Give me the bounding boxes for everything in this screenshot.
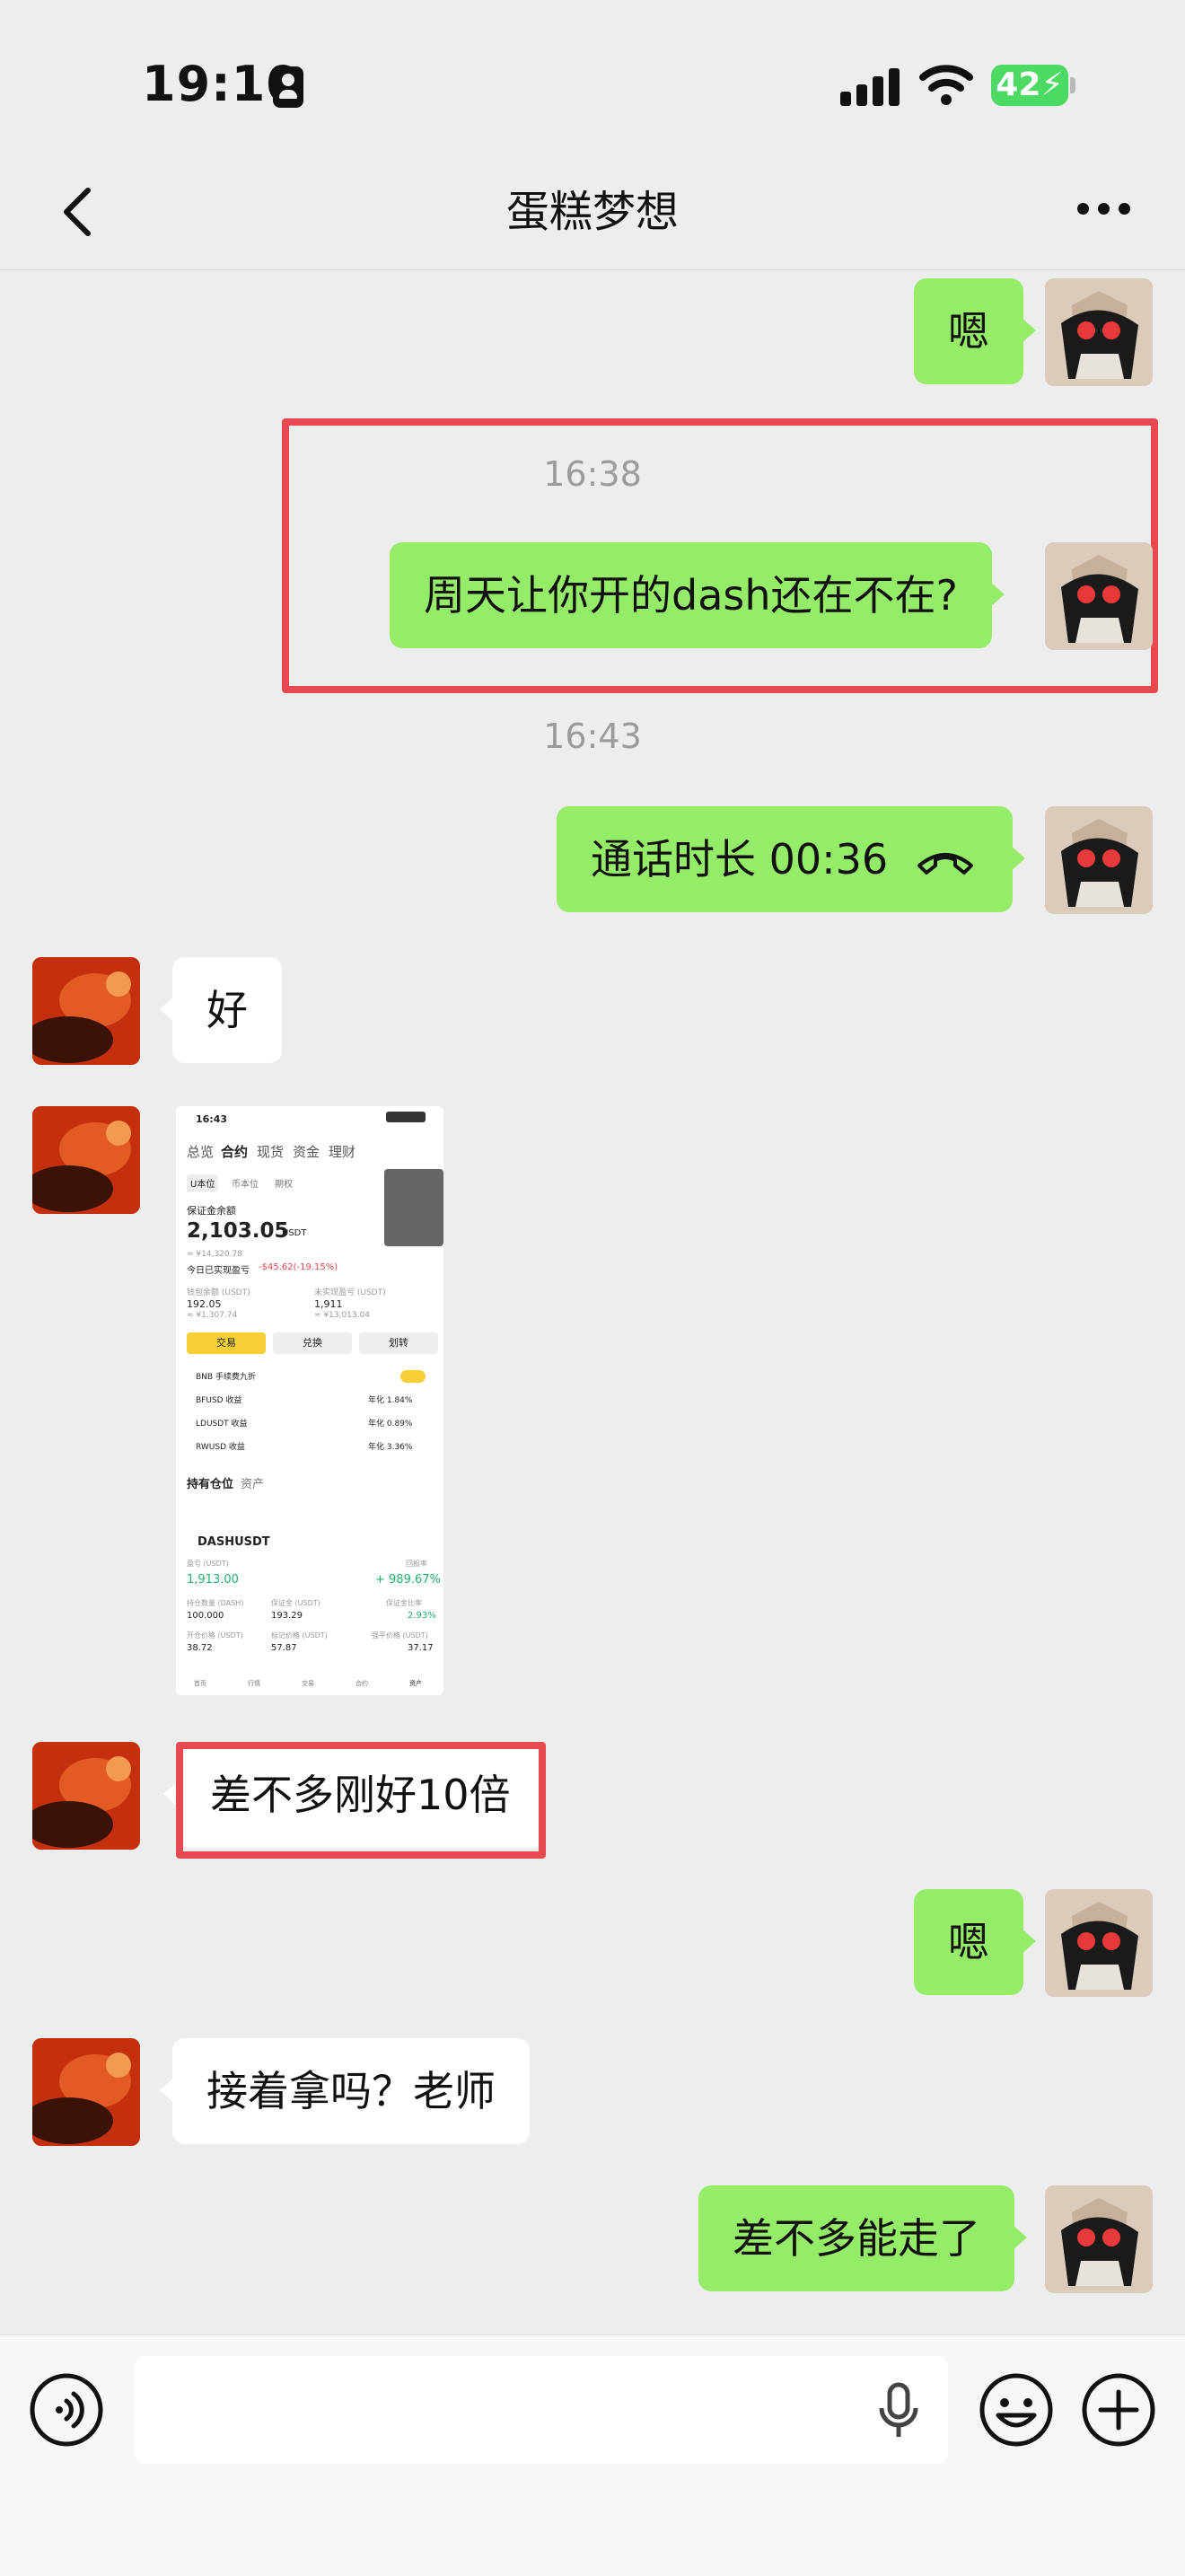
shot-pos-label: 持仓数量 (DASH) xyxy=(187,1599,244,1607)
mic-icon[interactable] xyxy=(876,2379,921,2442)
plus-icon[interactable] xyxy=(1081,2372,1156,2448)
shot-liq-label: 强平价格 (USDT) xyxy=(372,1631,428,1640)
chat-title: 蛋糕梦想 xyxy=(505,187,679,237)
shot-symbol: DASHUSDT xyxy=(198,1535,270,1549)
timestamp: 16:38 xyxy=(543,454,642,494)
voice-icon[interactable] xyxy=(29,2372,104,2448)
shot-tab: 总览 xyxy=(187,1144,215,1160)
image-message[interactable]: 16:43 总览 合约 现货 资金 理财 U本位 币本位 期权 保证金余额 2,… xyxy=(176,1106,443,1695)
contact-avatar[interactable] xyxy=(32,1742,140,1850)
shot-row: RWUSD 收益 xyxy=(196,1443,245,1452)
shot-mark-label: 标记价格 (USDT) xyxy=(271,1631,328,1640)
my-avatar[interactable] xyxy=(1045,278,1153,386)
shot-nav-item: 资产 xyxy=(409,1680,422,1687)
emoji-icon[interactable] xyxy=(979,2372,1054,2448)
shot-unrealized-value: 1,911 xyxy=(314,1298,343,1310)
shot-wallet-cny: ≈ ¥1,307.74 xyxy=(187,1311,238,1320)
shot-open-label: 开仓价格 (USDT) xyxy=(187,1631,243,1640)
shot-row-value: 年化 1.84% xyxy=(368,1396,413,1405)
shot-overlay xyxy=(384,1169,443,1246)
shot-tab: 理财 xyxy=(329,1144,356,1160)
shot-pos-value: 100.000 xyxy=(187,1611,224,1621)
shot-open-value: 38.72 xyxy=(187,1643,213,1653)
shot-today-pnl: -$45.62(-19.15%) xyxy=(259,1262,338,1272)
shot-today-label: 今日已实现盈亏 xyxy=(187,1266,250,1276)
shot-ratio-label: 保证金比率 xyxy=(386,1599,422,1607)
shot-button-trade: 交易 xyxy=(187,1332,266,1354)
shot-subtab: 币本位 xyxy=(232,1180,259,1190)
shot-tab: 现货 xyxy=(257,1144,285,1160)
shot-roi-value: + 989.67% xyxy=(375,1573,441,1587)
shot-balance-label: 保证金余额 xyxy=(187,1205,236,1217)
battery-cap xyxy=(1070,77,1075,93)
shot-mark-value: 57.87 xyxy=(271,1643,297,1653)
shot-time: 16:43 xyxy=(196,1113,228,1125)
battery-indicator: 42⚡ xyxy=(991,65,1068,106)
message-bubble[interactable]: 接着拿吗？老师 xyxy=(160,2038,530,2144)
shot-row-value: 年化 0.89% xyxy=(368,1420,413,1429)
shot-balance-cny: ≈ ¥14,320.78 xyxy=(187,1250,242,1259)
shot-unrealized-label: 未实现盈亏 (USDT) xyxy=(314,1288,386,1297)
more-icon[interactable] xyxy=(1077,203,1131,217)
shot-nav-item: 行情 xyxy=(248,1680,260,1687)
shot-liq-value: 37.17 xyxy=(408,1643,434,1653)
message-bubble[interactable]: 嗯 xyxy=(914,278,1036,384)
contact-avatar[interactable] xyxy=(32,1106,140,1214)
call-duration-text: 通话时长 00:36 xyxy=(591,835,889,884)
contact-avatar[interactable] xyxy=(32,957,140,1065)
shot-tab: 资金 xyxy=(293,1144,320,1160)
hangup-icon xyxy=(917,853,973,875)
shot-nav-item: 首页 xyxy=(194,1680,206,1687)
my-avatar[interactable] xyxy=(1045,806,1153,914)
signal-icon xyxy=(840,68,900,106)
shot-balance: 2,103.05 xyxy=(187,1219,289,1243)
call-record-bubble[interactable]: 通话时长 00:36 xyxy=(557,806,1025,912)
shot-nav-item: 合约 xyxy=(356,1680,368,1687)
message-bubble[interactable]: 周天让你开的dash还在不在? xyxy=(390,542,1005,648)
message-bubble[interactable]: 嗯 xyxy=(914,1889,1036,1995)
focus-person-icon xyxy=(273,66,303,108)
shot-margin-label: 保证金 (USDT) xyxy=(271,1599,320,1607)
shot-roi-label: 回报率 xyxy=(406,1560,427,1568)
shot-unrealized-cny: ≈ ¥13,013.04 xyxy=(314,1311,370,1320)
shot-margin-value: 193.29 xyxy=(271,1611,303,1621)
shot-toggle xyxy=(400,1370,426,1383)
shot-row: LDUSDT 收益 xyxy=(196,1420,248,1429)
wifi-icon xyxy=(919,65,973,105)
shot-pnl-label: 盈亏 (USDT) xyxy=(187,1560,229,1568)
shot-button-convert: 兑换 xyxy=(273,1332,352,1354)
contact-avatar[interactable] xyxy=(32,2038,140,2146)
shot-nav-item: 交易 xyxy=(302,1680,314,1687)
shot-row: BFUSD 收益 xyxy=(196,1396,242,1405)
shot-pnl-value: 1,913.00 xyxy=(187,1573,239,1587)
shot-wallet-label: 钱包余额 (USDT) xyxy=(187,1288,250,1297)
shot-row-value: 年化 3.36% xyxy=(368,1443,413,1452)
shot-section-tab: 持有仓位 xyxy=(187,1478,234,1491)
my-avatar[interactable] xyxy=(1045,542,1153,650)
shot-button-transfer: 划转 xyxy=(359,1332,438,1354)
shot-balance-unit: USDT xyxy=(282,1228,307,1238)
shot-ratio-value: 2.93% xyxy=(408,1611,436,1621)
shot-subtab: 期权 xyxy=(275,1180,293,1190)
message-bubble[interactable]: 差不多能走了 xyxy=(698,2185,1027,2291)
message-bubble[interactable]: 好 xyxy=(160,957,282,1063)
my-avatar[interactable] xyxy=(1045,1889,1153,1997)
shot-wallet-value: 192.05 xyxy=(187,1298,222,1310)
my-avatar[interactable] xyxy=(1045,2185,1153,2293)
shot-section-tab: 资产 xyxy=(241,1478,265,1491)
shot-status-icons xyxy=(386,1112,426,1122)
shot-tab: 合约 xyxy=(221,1144,249,1160)
timestamp: 16:43 xyxy=(543,717,642,756)
highlight-box xyxy=(176,1742,546,1859)
shot-subtab: U本位 xyxy=(187,1174,219,1191)
shot-row: BNB 手续费九折 xyxy=(196,1373,256,1382)
message-input[interactable] xyxy=(135,2356,948,2464)
